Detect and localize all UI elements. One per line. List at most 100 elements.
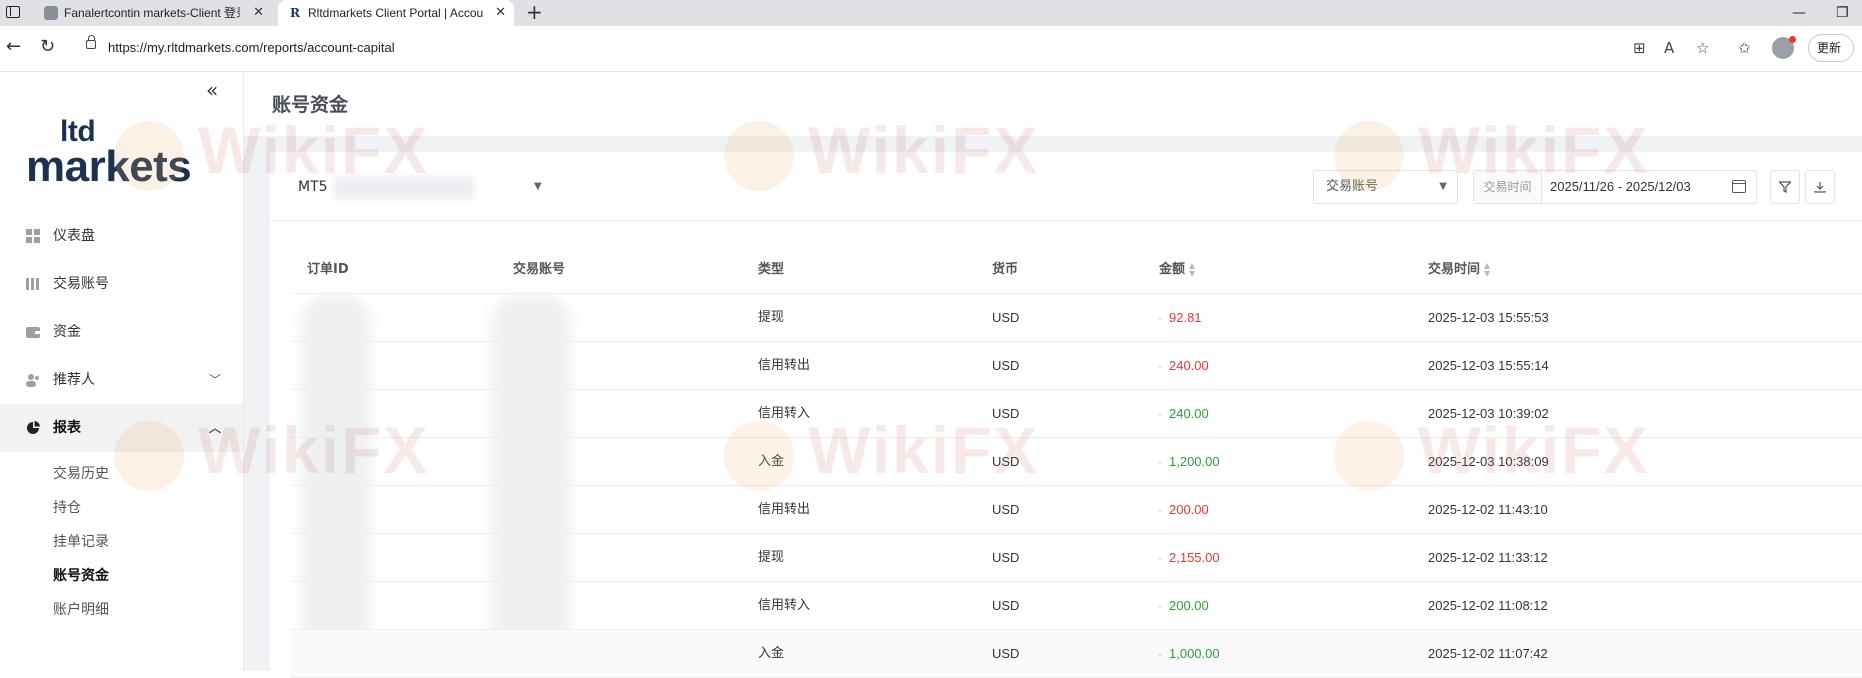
filter-button[interactable] xyxy=(1770,170,1800,204)
col-amount[interactable]: 金额 ▲ ▼ xyxy=(1159,246,1195,294)
tab-title: Rltdmarkets Client Portal | Account Capi… xyxy=(308,6,484,20)
update-button[interactable]: 更新 ⋯ xyxy=(1808,34,1854,81)
favicon-icon xyxy=(44,6,58,20)
lock-icon xyxy=(86,35,96,49)
cell-amount-value: 240.00 xyxy=(1169,358,1209,373)
collapse-sidebar-icon[interactable]: « xyxy=(206,78,218,102)
cell-amount: 92.81 xyxy=(1159,294,1202,341)
favicon-icon: R xyxy=(288,6,302,20)
account-capital-table: 订单ID 交易账号 类型 货币 金额 ▲ ▼ 交易时间 ▲ ▼ 提现 USD 92.81 20… xyxy=(291,246,1862,678)
download-button[interactable] xyxy=(1805,170,1835,204)
table-row: 提现 USD 2,155.00 2025-12-02 11:33:12 xyxy=(291,534,1862,582)
cell-type: 信用转入 xyxy=(758,598,811,613)
url-field[interactable]: https://my.rltdmarkets.com/reports/accou… xyxy=(76,33,1606,63)
cell-time: 2025-12-03 10:39:02 xyxy=(1428,406,1549,421)
sidebar: « ltd markets 仪表盘 交易账号 资金 推荐人 ﹀ 报表 ︿ 交易历… xyxy=(0,72,244,671)
back-icon[interactable]: ← xyxy=(6,36,21,58)
date-range-label: 交易时间 xyxy=(1474,171,1542,203)
minimize-icon[interactable]: — xyxy=(1792,0,1806,26)
close-tab-icon[interactable]: ✕ xyxy=(253,0,264,26)
divider xyxy=(270,220,1862,221)
read-aloud-icon[interactable]: A xyxy=(1664,39,1674,57)
cell-time: 2025-12-03 10:38:09 xyxy=(1428,454,1549,469)
trade-account-placeholder: 交易账号 xyxy=(1326,179,1379,194)
cell-amount: 1,000.00 xyxy=(1159,630,1220,677)
cell-currency: USD xyxy=(992,550,1020,565)
date-range-value: 2025/11/26 - 2025/12/03 xyxy=(1550,179,1691,194)
page-title: 账号资金 xyxy=(272,94,349,116)
cell-currency: USD xyxy=(992,598,1020,613)
cell-amount: 240.00 xyxy=(1159,390,1209,437)
sidebar-subitem-account-statement[interactable]: 账户明细 xyxy=(0,590,243,630)
cell-amount-value: 1,200.00 xyxy=(1169,454,1220,469)
logo-line-2: markets xyxy=(26,142,192,191)
cell-amount-value: 200.00 xyxy=(1169,502,1209,517)
notification-dot xyxy=(1789,36,1796,43)
sidebar-item-label: 推荐人 xyxy=(53,372,95,388)
favorite-star-icon[interactable]: ☆ xyxy=(1696,39,1709,57)
subitem-label: 交易历史 xyxy=(53,466,109,482)
tab-title: Fanalertcontin markets-Client 登录 xyxy=(64,6,240,20)
account-prefix: MT5 xyxy=(298,179,328,195)
cell-type: 入金 xyxy=(758,454,785,469)
filter-icon xyxy=(1778,180,1792,193)
restore-icon[interactable]: ❐ xyxy=(1836,0,1849,26)
close-tab-icon[interactable]: ✕ xyxy=(495,0,506,26)
logo: ltd markets xyxy=(26,116,196,196)
page-header: 账号资金 xyxy=(244,72,1862,136)
col-account: 交易账号 xyxy=(513,262,566,277)
dashboard-icon xyxy=(26,229,40,243)
col-order-id: 订单ID xyxy=(307,262,349,277)
main-content: 账号资金 MT5 ▼ 交易账号 ▼ 交易时间 2025/11/26 - 2025… xyxy=(114,72,1862,678)
cell-amount-value: 92.81 xyxy=(1169,310,1202,325)
cell-type: 入金 xyxy=(758,646,785,661)
cell-time: 2025-12-02 11:08:12 xyxy=(1428,598,1548,613)
col-time-label: 交易时间 xyxy=(1428,262,1481,277)
cell-type: 提现 xyxy=(758,310,785,325)
sidebar-item-dashboard[interactable]: 仪表盘 xyxy=(0,212,243,260)
dropdown-arrow-icon: ▼ xyxy=(534,181,542,192)
address-bar: ← ↻ https://my.rltdmarkets.com/reports/a… xyxy=(0,26,1862,81)
col-amount-label: 金额 xyxy=(1159,262,1186,277)
subitem-label: 挂单记录 xyxy=(53,534,109,550)
table-row: 信用转入 USD 200.00 2025-12-02 11:08:12 xyxy=(291,582,1862,630)
window-menu-icon[interactable] xyxy=(6,6,20,18)
cell-time: 2025-12-03 15:55:53 xyxy=(1428,310,1549,325)
browser-tab-1[interactable]: Fanalertcontin markets-Client 登录 ✕ xyxy=(34,0,272,26)
col-time[interactable]: 交易时间 ▲ ▼ xyxy=(1428,246,1490,294)
chevron-down-icon: ﹀ xyxy=(208,373,221,387)
table-row: 信用转入 USD 240.00 2025-12-03 10:39:02 xyxy=(291,390,1862,438)
date-range-picker[interactable]: 交易时间 2025/11/26 - 2025/12/03 xyxy=(1473,170,1757,204)
cell-amount-value: 1,000.00 xyxy=(1169,646,1220,661)
sidebar-item-referral[interactable]: 推荐人 ﹀ xyxy=(0,356,243,404)
new-tab-button[interactable]: + xyxy=(526,0,543,24)
sidebar-item-label: 报表 xyxy=(53,420,81,436)
account-select[interactable]: MT5 ▼ xyxy=(298,170,542,204)
reload-icon[interactable]: ↻ xyxy=(40,36,55,58)
trade-account-filter[interactable]: 交易账号 ▼ xyxy=(1313,170,1458,204)
table-header: 订单ID 交易账号 类型 货币 金额 ▲ ▼ 交易时间 ▲ ▼ xyxy=(291,246,1862,294)
sort-icon: ▲ ▼ xyxy=(1484,260,1491,278)
profile-avatar[interactable] xyxy=(1772,36,1796,59)
report-card: MT5 ▼ 交易账号 ▼ 交易时间 2025/11/26 - 2025/12/0… xyxy=(270,152,1862,678)
favorites-icon[interactable]: ✩ xyxy=(1738,39,1751,57)
col-type: 类型 xyxy=(758,262,785,277)
cell-time: 2025-12-03 15:55:14 xyxy=(1428,358,1549,373)
cell-amount: 2,155.00 xyxy=(1159,534,1220,581)
cell-time: 2025-12-02 11:33:12 xyxy=(1428,550,1548,565)
sidebar-item-trading-accounts[interactable]: 交易账号 xyxy=(0,260,243,308)
sidebar-item-reports[interactable]: 报表 ︿ xyxy=(0,404,243,452)
subitem-label: 账户明细 xyxy=(53,602,109,618)
wallet-icon xyxy=(26,327,40,338)
subitem-label: 账号资金 xyxy=(53,568,109,584)
subitem-label: 持仓 xyxy=(53,500,81,516)
table-row: 信用转出 USD 240.00 2025-12-03 15:55:14 xyxy=(291,342,1862,390)
app-icon[interactable]: ⊞ xyxy=(1633,39,1646,57)
referral-icon xyxy=(26,374,39,387)
dropdown-arrow-icon: ▼ xyxy=(1439,181,1447,192)
sidebar-item-funds[interactable]: 资金 xyxy=(0,308,243,356)
cell-currency: USD xyxy=(992,454,1020,469)
browser-tab-2[interactable]: R Rltdmarkets Client Portal | Account Ca… xyxy=(278,0,514,26)
pie-chart-icon xyxy=(27,421,40,434)
url-text: https://my.rltdmarkets.com/reports/accou… xyxy=(108,40,395,55)
